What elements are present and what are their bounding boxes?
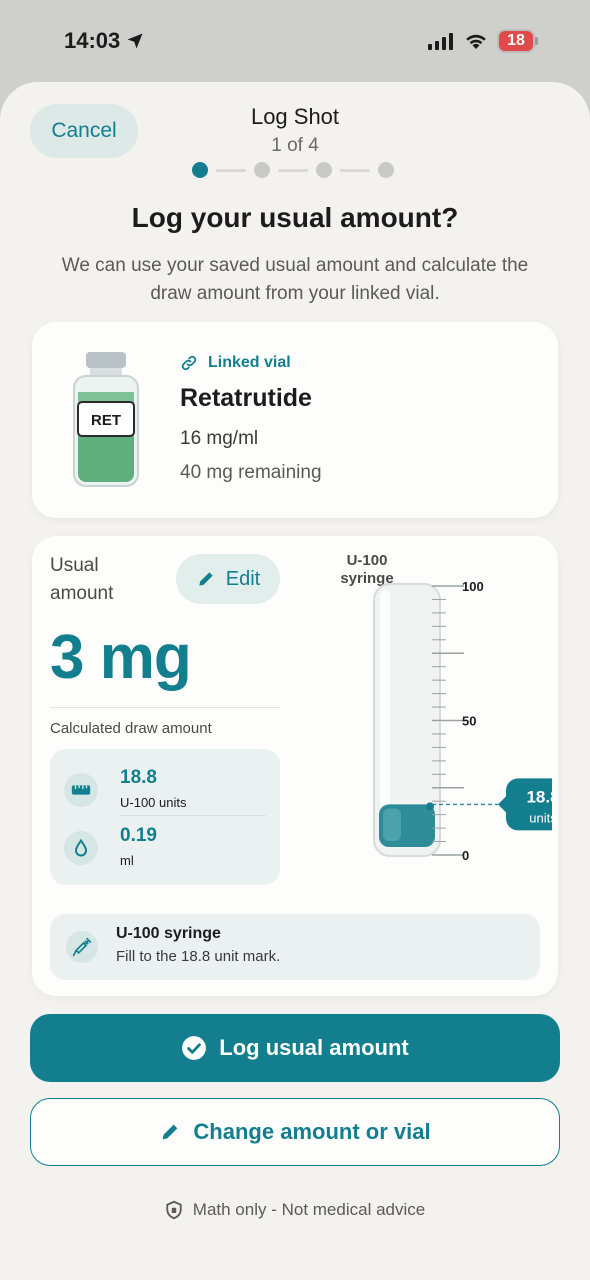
ml-label: ml (120, 853, 134, 868)
battery-level: 18 (499, 31, 533, 51)
badge-pointer (498, 796, 506, 813)
linked-vial-tag: Linked vial (180, 354, 291, 372)
step-dot-active (192, 162, 208, 178)
location-arrow-icon (127, 33, 143, 49)
vial-label-text: RET (91, 412, 121, 429)
step-dot (316, 162, 332, 178)
primary-label: Log usual amount (219, 1035, 409, 1060)
divider (50, 707, 280, 708)
syringe-tick-label: 50 (462, 714, 476, 729)
shield-icon (166, 1200, 182, 1220)
log-usual-amount-button[interactable]: Log usual amount (30, 1014, 560, 1082)
badge-unit: units (529, 810, 552, 825)
usual-amount-value: 3 mg (50, 623, 192, 692)
linked-vial-card[interactable]: RET Linked vial Retatrutide 16 mg/ml 40 … (32, 322, 558, 518)
barrel-highlight (380, 590, 390, 842)
fill-marker (426, 802, 434, 811)
syringe-note-text: Fill to the 18.8 unit mark. (116, 948, 281, 965)
clock-text: 14:03 (64, 28, 121, 53)
step-connector (216, 168, 246, 172)
step-dot (254, 162, 270, 178)
calculated-draw-label: Calculated draw amount (50, 720, 212, 737)
vial-name: Retatrutide (180, 384, 312, 412)
link-icon (181, 355, 197, 371)
ruler-icon (64, 773, 98, 807)
syringe-tick-label: 0 (462, 848, 469, 863)
edit-amount-button[interactable]: Edit (176, 554, 280, 604)
log-shot-sheet: Cancel Log Shot 1 of 4 Log your usual am… (0, 82, 590, 1280)
sheet-title: Log Shot (250, 104, 340, 129)
calculated-draw-box: 18.8 U-100 units 0.19 ml (50, 749, 280, 885)
status-indicators: 18 (428, 31, 538, 51)
ml-value: 0.19 (120, 825, 157, 846)
edit-label: Edit (225, 567, 261, 590)
disclaimer: Math only - Not medical advice (0, 1200, 590, 1220)
wifi-icon (466, 34, 486, 49)
battery-indicator: 18 (499, 31, 538, 51)
page-subtitle: We can use your saved usual amount and c… (61, 255, 529, 304)
vial-concentration: 16 mg/ml (180, 428, 259, 449)
step-indicator-text: 1 of 4 (271, 135, 319, 156)
divider (120, 815, 266, 816)
units-value: 18.8 (120, 767, 157, 788)
status-bar: 14:03 18 (0, 0, 590, 82)
linked-vial-label: Linked vial (208, 354, 291, 371)
syringe-graphic: 100 50 0 18.8 units (373, 579, 552, 863)
cellular-signal-icon (428, 32, 453, 50)
units-row: 18.8 U-100 units (50, 761, 280, 821)
syringe-icon (66, 931, 98, 963)
usual-amount-card: Usual amount Edit 3 mg Calculated draw a… (32, 536, 558, 996)
vial-remaining: 40 mg remaining (180, 462, 322, 483)
pencil-icon (163, 1124, 178, 1140)
syringe-instruction: U-100 syringe Fill to the 18.8 unit mark… (50, 914, 540, 980)
secondary-label: Change amount or vial (193, 1119, 431, 1144)
usual-amount-label: Usual amount (50, 555, 114, 604)
badge-value: 18.8 (526, 787, 552, 806)
droplet-icon (64, 831, 98, 865)
syringe-tick-label: 100 (462, 579, 484, 594)
step-dot (378, 162, 394, 178)
status-time: 14:03 (64, 28, 144, 54)
ml-row: 0.19 ml (50, 819, 280, 879)
check-circle-icon (182, 1036, 207, 1060)
page-heading: Log your usual amount? (131, 202, 459, 233)
battery-cap (535, 37, 538, 45)
pencil-icon (199, 572, 213, 586)
step-connector (340, 168, 370, 172)
units-label: U-100 units (120, 795, 187, 810)
progress-stepper (192, 162, 394, 178)
step-connector (278, 168, 308, 172)
fill-highlight (383, 808, 401, 841)
disclaimer-text: Math only - Not medical advice (192, 1200, 426, 1219)
syringe-note-title: U-100 syringe (116, 925, 221, 942)
change-amount-button[interactable]: Change amount or vial (30, 1098, 560, 1166)
vial-image: RET (73, 352, 139, 487)
